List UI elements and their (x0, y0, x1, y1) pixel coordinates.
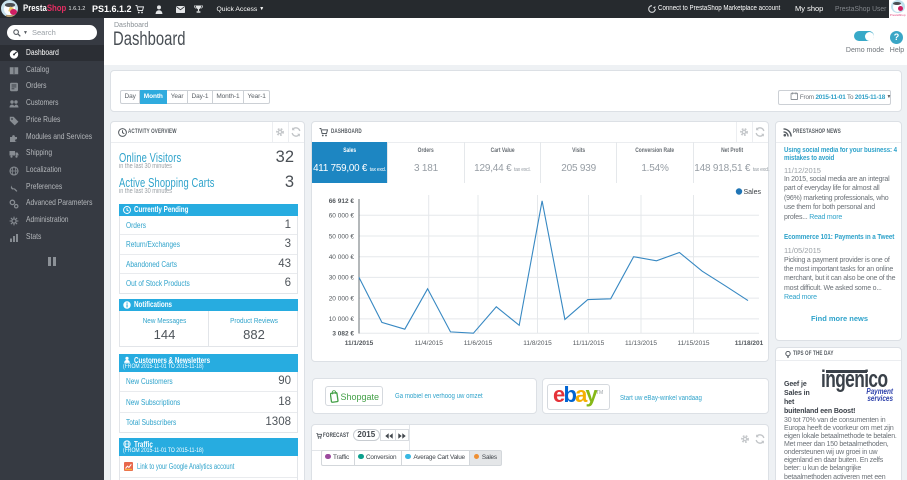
svg-text:50 000 €: 50 000 € (329, 233, 355, 240)
svg-text:66 912 €: 66 912 € (329, 198, 355, 205)
svg-text:11/4/2015: 11/4/2015 (414, 340, 443, 347)
svg-text:3 082 €: 3 082 € (332, 331, 354, 338)
svg-text:11/15/2015: 11/15/2015 (677, 340, 709, 347)
svg-text:30 000 €: 30 000 € (329, 275, 355, 282)
svg-text:11/13/2015: 11/13/2015 (625, 340, 657, 347)
svg-text:40 000 €: 40 000 € (329, 254, 355, 261)
svg-text:11/11/2015: 11/11/2015 (573, 340, 605, 347)
svg-text:10 000 €: 10 000 € (329, 316, 355, 323)
svg-text:20 000 €: 20 000 € (329, 295, 355, 302)
svg-text:11/1/2015: 11/1/2015 (345, 340, 374, 347)
svg-text:11/18/201: 11/18/201 (735, 340, 764, 347)
svg-text:Sales: Sales (744, 189, 762, 196)
svg-text:11/8/2015: 11/8/2015 (523, 340, 552, 347)
svg-text:60 000 €: 60 000 € (329, 213, 355, 220)
svg-text:11/6/2015: 11/6/2015 (464, 340, 493, 347)
